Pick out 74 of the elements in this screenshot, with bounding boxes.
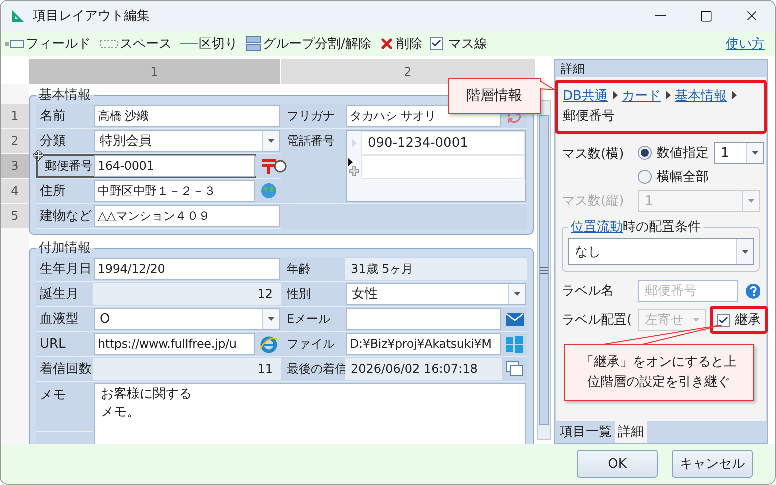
field-label: 性別 xyxy=(287,286,311,302)
memo-field[interactable]: お客様に関する メモ。 xyxy=(94,383,526,444)
field-label: ファイル xyxy=(287,336,335,352)
field-label: 名前 xyxy=(40,108,66,125)
hint-tooltip: 階層情報 xyxy=(448,78,541,114)
field-label: 生年月日 xyxy=(40,261,92,278)
value-text: 12 xyxy=(93,283,281,305)
toolbar-button[interactable]: スペース xyxy=(99,34,172,52)
panel-title: 詳細 xyxy=(560,61,586,77)
field-label: 血液型 xyxy=(40,311,79,328)
text-field[interactable]: △△マンション４０９ xyxy=(94,205,280,227)
field-label: 着信回数 xyxy=(40,361,92,378)
memo-line: お客様に関する xyxy=(101,387,192,402)
form-label: マス数(縦) xyxy=(562,193,626,210)
tab[interactable]: 詳細 xyxy=(615,421,647,443)
column-header[interactable]: 2 xyxy=(281,59,536,84)
field-label: 分類 xyxy=(40,133,66,150)
window-title: 項目レイアウト編集 xyxy=(33,8,151,25)
dropdown-field[interactable]: なし xyxy=(568,238,754,265)
radio-label: 数値指定 xyxy=(657,145,709,162)
field-label: 郵便番号 xyxy=(45,158,93,174)
form-label: マス数(横) xyxy=(562,146,626,163)
field-label: 住所 xyxy=(40,183,66,200)
value-text: 31歳 5ヶ月 xyxy=(345,258,527,280)
form-label: ラベル名 xyxy=(562,283,615,300)
breadcrumb-link[interactable]: カード xyxy=(622,89,661,104)
memo-line: メモ。 xyxy=(101,405,140,420)
group-title: 基本情報 xyxy=(38,87,92,104)
row-header[interactable]: 2 xyxy=(1,129,29,154)
checkbox-label: マス線 xyxy=(448,36,488,52)
text-field[interactable]: https://www.fullfree.jp/u xyxy=(94,333,255,355)
text-field[interactable]: 中野区中野１－２－３ xyxy=(94,180,255,202)
group-title: 付加情報 xyxy=(38,240,92,257)
breadcrumb-link[interactable]: 基本情報 xyxy=(674,89,727,104)
row-header[interactable]: 1 xyxy=(1,104,29,129)
dropdown-field[interactable]: 1 xyxy=(714,142,764,164)
toolbar-button[interactable]: 区切り xyxy=(180,34,238,52)
field-label: フリガナ xyxy=(287,108,335,124)
dropdown-field[interactable]: 女性 xyxy=(346,283,526,305)
checkbox-label: 継承 xyxy=(735,312,761,329)
row-header[interactable]: 3 xyxy=(1,154,29,179)
radio-label: 横幅全部 xyxy=(657,169,709,186)
dialog-button[interactable]: OK xyxy=(577,450,658,478)
help-link[interactable]: 使い方 xyxy=(726,34,771,52)
dialog-button[interactable]: キャンセル xyxy=(672,450,753,478)
field-label: 建物など xyxy=(40,208,92,225)
field-label: Eメール xyxy=(287,310,331,328)
tab[interactable]: 項目一覧 xyxy=(557,421,615,443)
field-label: 誕生月 xyxy=(40,286,79,303)
toolbar-button[interactable]: フィールド xyxy=(5,34,91,52)
group-title: 位置流動時の配置条件 xyxy=(570,219,702,236)
field-label: 電話番号 xyxy=(287,133,335,150)
text-field[interactable]: 高橋 沙織 xyxy=(94,105,280,127)
value-text: 2026/06/02 16:07:18 xyxy=(345,358,502,380)
dropdown-field[interactable]: O xyxy=(94,308,280,330)
field-label: URL xyxy=(40,336,66,352)
text-field[interactable]: D:¥Biz¥proj¥Akatsuki¥M xyxy=(346,333,501,355)
field-label: 年齢 xyxy=(287,260,311,278)
row-header[interactable]: 5 xyxy=(1,204,29,229)
dropdown-field[interactable]: 特別会員 xyxy=(94,130,280,152)
text-field[interactable]: 1994/12/20 xyxy=(94,258,280,280)
breadcrumb-current: 郵便番号 xyxy=(563,109,615,124)
value-text: 11 xyxy=(93,358,281,380)
link[interactable]: 位置流動 xyxy=(571,220,623,235)
breadcrumb-link[interactable]: DB共通 xyxy=(563,89,608,104)
text-field[interactable]: 164-0001 xyxy=(94,155,255,177)
toolbar-button[interactable]: 削除 xyxy=(379,34,422,52)
column-header[interactable]: 1 xyxy=(29,59,281,84)
list-cell[interactable]: 090-1234-0001 xyxy=(361,131,525,155)
toolbar-button[interactable]: グループ分割/解除 xyxy=(246,34,372,52)
label-name-field[interactable]: 郵便番号 xyxy=(638,280,738,302)
row-header[interactable]: 4 xyxy=(1,179,29,204)
field-label: メモ xyxy=(40,386,66,404)
form-label: ラベル配置( xyxy=(562,312,634,329)
